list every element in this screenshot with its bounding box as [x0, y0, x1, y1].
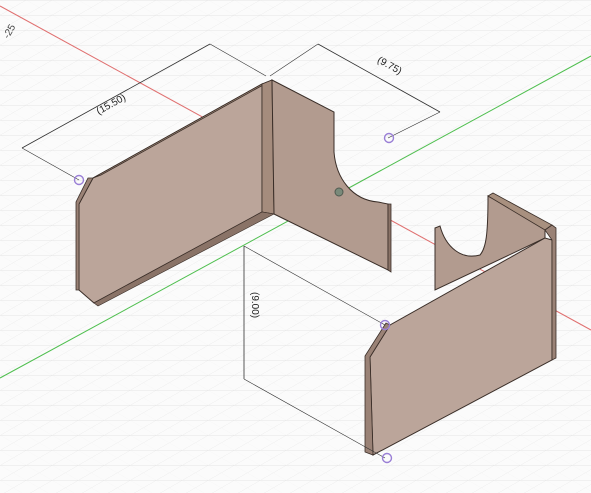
dimension-height-label[interactable]: (9.00)	[249, 292, 260, 318]
part-edge-right	[387, 203, 392, 273]
origin-marker[interactable]	[334, 187, 344, 197]
canvas-3d-viewport[interactable]: -25 (15.50) (9.75) (9.00)	[0, 0, 591, 493]
